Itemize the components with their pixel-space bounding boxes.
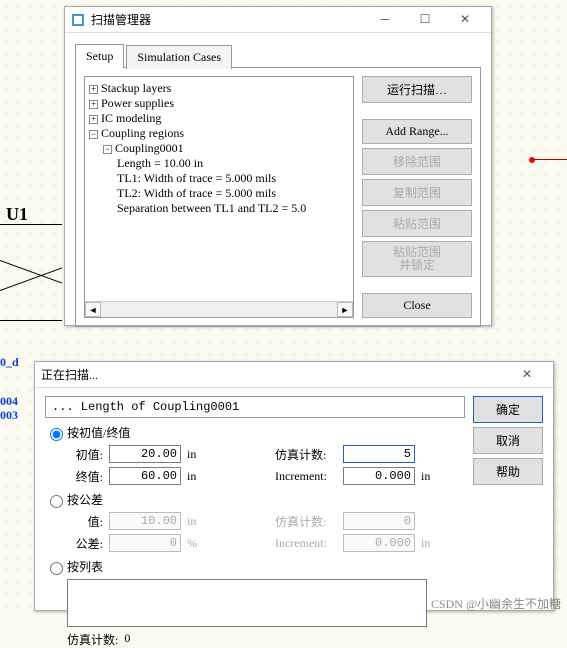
copy-range-button[interactable]: 复制范围: [362, 179, 472, 206]
cancel-button[interactable]: 取消: [473, 427, 543, 454]
tree-leaf[interactable]: Length = 10.00 in: [117, 156, 203, 170]
scanning-dialog: 正在扫描... ✕ ... Length of Coupling0001 按初值…: [34, 361, 554, 611]
paste-lock-button[interactable]: 粘贴范围 并锁定: [362, 241, 472, 277]
radio-label: 按列表: [67, 558, 103, 575]
side-buttons: 运行扫描… Add Range... 移除范围 复制范围 粘贴范围 粘贴范围 并…: [362, 76, 472, 318]
close-panel-button[interactable]: Close: [362, 293, 472, 318]
left-column: ... Length of Coupling0001 按初值/终值 初值: in…: [45, 396, 465, 604]
tree-view[interactable]: +Stackup layers +Power supplies +IC mode…: [85, 77, 353, 301]
collapse-icon[interactable]: −: [89, 130, 98, 139]
status-box: ... Length of Coupling0001: [45, 396, 465, 418]
tree-leaf[interactable]: Separation between TL1 and TL2 = 5.0: [117, 201, 306, 215]
unit-pct: %: [187, 536, 209, 551]
collapse-icon[interactable]: −: [103, 145, 112, 154]
init-label: 初值:: [67, 446, 103, 463]
tree-panel: +Stackup layers +Power supplies +IC mode…: [84, 76, 354, 318]
bg-r1: 004: [0, 394, 18, 409]
tree-node[interactable]: Stackup layers: [101, 81, 171, 95]
init-input[interactable]: [109, 445, 181, 463]
list-box[interactable]: [67, 579, 427, 627]
scan-manager-window: 扫描管理器 ─ ☐ ✕ Setup Simulation Cases +Stac…: [64, 6, 492, 326]
app-icon: [71, 13, 85, 27]
radio-label: 按公差: [67, 491, 103, 508]
help-button[interactable]: 帮助: [473, 458, 543, 485]
bg-wire: [0, 320, 62, 321]
bg-wire: [0, 224, 62, 225]
list-count-label: 仿真计数:: [67, 631, 118, 648]
scroll-right-icon[interactable]: ►: [337, 302, 353, 317]
simcount2-input: [343, 512, 415, 530]
close-button[interactable]: ✕: [507, 362, 547, 387]
bg-wire-red: [532, 159, 567, 160]
list-count-value: 0: [124, 631, 130, 648]
radio-label: 按初值/终值: [67, 424, 130, 441]
simcount-label: 仿真计数:: [275, 513, 337, 530]
expand-icon[interactable]: +: [89, 115, 98, 124]
tree-leaf[interactable]: TL1: Width of trace = 5.000 mils: [117, 171, 276, 185]
unit-in: in: [421, 536, 443, 551]
radio-tolerance-input[interactable]: [50, 495, 63, 508]
bg-u1: U1: [6, 204, 28, 225]
val-input: [109, 512, 181, 530]
run-scan-button[interactable]: 运行扫描…: [362, 76, 472, 103]
tree-node[interactable]: Coupling regions: [101, 126, 184, 140]
horizontal-scrollbar[interactable]: ◄ ►: [85, 301, 353, 317]
unit-in: in: [187, 514, 209, 529]
unit-in: in: [187, 469, 209, 484]
tree-leaf[interactable]: TL2: Width of trace = 5.000 mils: [117, 186, 276, 200]
close-button[interactable]: ✕: [445, 7, 485, 32]
increment-input[interactable]: [343, 467, 415, 485]
increment-label: Increment:: [275, 536, 337, 551]
remove-range-button[interactable]: 移除范围: [362, 148, 472, 175]
simcount-label: 仿真计数:: [275, 446, 337, 463]
add-range-button[interactable]: Add Range...: [362, 119, 472, 144]
increment-label: Increment:: [275, 469, 337, 484]
expand-icon[interactable]: +: [89, 85, 98, 94]
tolerance-fields: 值: in 仿真计数: 公差: % Increment: in: [67, 512, 465, 552]
tol-input: [109, 534, 181, 552]
titlebar: 正在扫描... ✕: [35, 362, 553, 388]
scroll-track[interactable]: [101, 302, 337, 317]
tree-node[interactable]: IC modeling: [101, 111, 161, 125]
bg-r2: 003: [0, 408, 18, 423]
right-column: 确定 取消 帮助: [473, 396, 543, 604]
dialog-body: ... Length of Coupling0001 按初值/终值 初值: in…: [35, 388, 553, 610]
tree-node[interactable]: Power supplies: [101, 96, 174, 110]
tab-simulation-cases[interactable]: Simulation Cases: [126, 45, 232, 69]
radio-init-end[interactable]: 按初值/终值: [45, 424, 465, 441]
paste-range-button[interactable]: 粘贴范围: [362, 210, 472, 237]
end-label: 终值:: [67, 468, 103, 485]
dialog-title: 正在扫描...: [41, 366, 507, 383]
window-title: 扫描管理器: [91, 11, 365, 28]
scroll-left-icon[interactable]: ◄: [85, 302, 101, 317]
list-count-row: 仿真计数: 0: [67, 631, 465, 648]
titlebar: 扫描管理器 ─ ☐ ✕: [65, 7, 491, 33]
simcount-input[interactable]: [343, 445, 415, 463]
unit-in: in: [187, 447, 209, 462]
tol-label: 公差:: [67, 535, 103, 552]
expand-icon[interactable]: +: [89, 100, 98, 109]
tab-body: +Stackup layers +Power supplies +IC mode…: [75, 67, 481, 327]
radio-tolerance[interactable]: 按公差: [45, 491, 465, 508]
maximize-button[interactable]: ☐: [405, 7, 445, 32]
val-label: 值:: [67, 513, 103, 530]
radio-list-input[interactable]: [50, 562, 63, 575]
radio-list[interactable]: 按列表: [45, 558, 465, 575]
tab-strip: Setup Simulation Cases: [75, 43, 481, 67]
radio-init-end-input[interactable]: [50, 428, 63, 441]
increment2-input: [343, 534, 415, 552]
minimize-button[interactable]: ─: [365, 7, 405, 32]
ok-button[interactable]: 确定: [473, 396, 543, 423]
init-end-fields: 初值: in 仿真计数: 终值: in Increment: in: [67, 445, 465, 485]
tab-setup[interactable]: Setup: [75, 44, 124, 68]
bg-od: 0_d: [0, 355, 19, 370]
red-node: [529, 157, 535, 163]
watermark: CSDN @小幽余生不加糖: [431, 595, 561, 612]
end-input[interactable]: [109, 467, 181, 485]
tree-node[interactable]: Coupling0001: [115, 141, 184, 155]
unit-in: in: [421, 469, 443, 484]
